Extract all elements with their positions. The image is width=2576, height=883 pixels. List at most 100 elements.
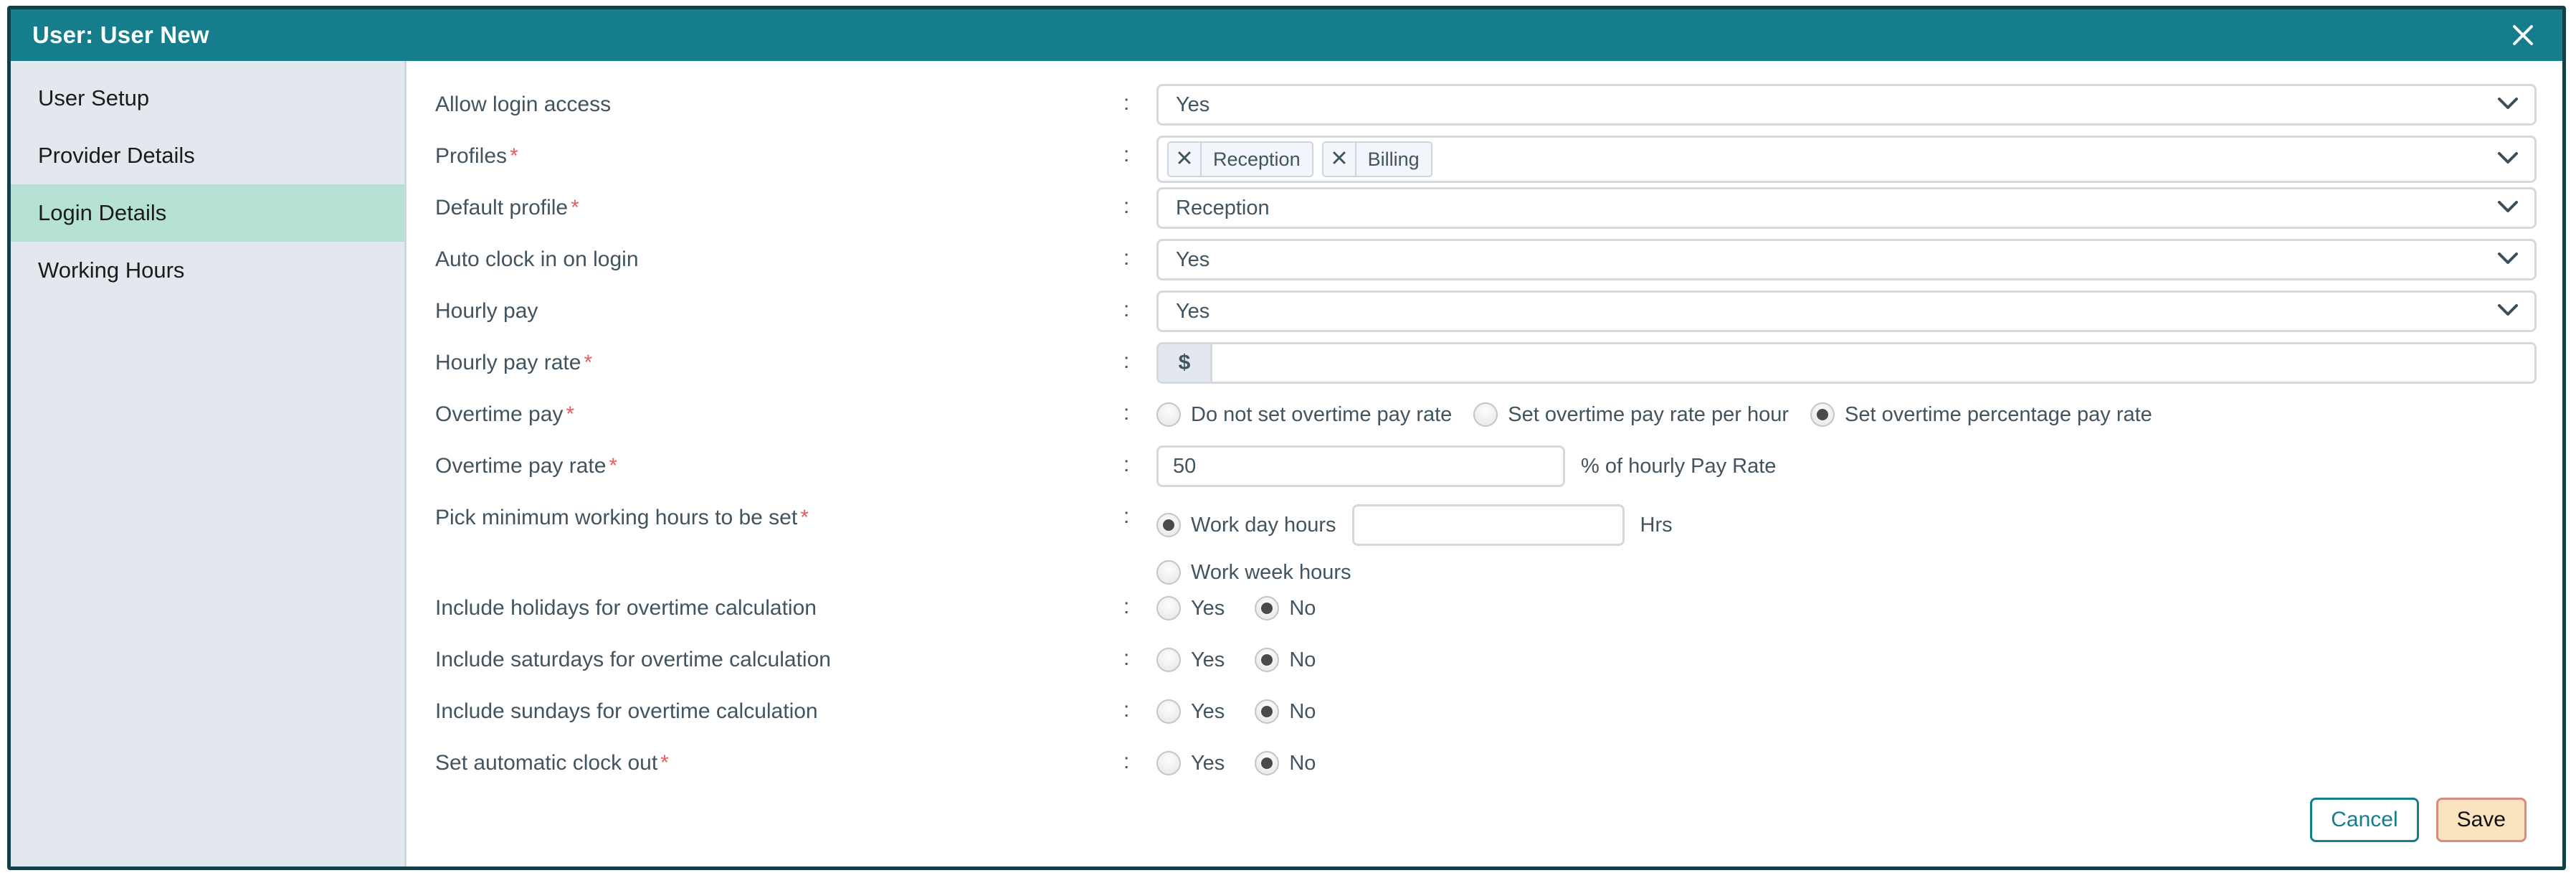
required-marker: * — [584, 351, 593, 374]
required-marker: * — [660, 751, 669, 775]
include-sundays-no[interactable]: No — [1255, 699, 1316, 724]
sidebar-item-login-details[interactable]: Login Details — [11, 184, 404, 242]
field-min-working-hours: Work day hours Hrs Work week hours — [1156, 494, 2537, 585]
label-text: Pick minimum working hours to be set — [435, 506, 798, 529]
row-hourly-pay: Hourly pay : Yes — [435, 288, 2537, 339]
field-auto-clock-in: Yes — [1156, 236, 2537, 280]
label-overtime-pay: Overtime pay * — [435, 391, 1123, 428]
field-hourly-pay: Yes — [1156, 288, 2537, 332]
radio-label: Yes — [1191, 699, 1225, 723]
separator-colon: : — [1123, 91, 1130, 115]
label-text: Hourly pay — [435, 299, 538, 323]
separator-colon: : — [1123, 246, 1130, 270]
field-include-holidays: Yes No — [1156, 585, 2537, 620]
label-text: Overtime pay rate — [435, 454, 607, 478]
label-text: Default profile — [435, 196, 569, 219]
field-include-sundays: Yes No — [1156, 688, 2537, 724]
separator-colon: : — [1123, 349, 1130, 373]
required-marker: * — [800, 506, 809, 529]
label-profiles: Profiles * — [435, 133, 1123, 169]
field-default-profile: Reception — [1156, 184, 2537, 229]
include-holidays-no[interactable]: No — [1255, 596, 1316, 620]
field-include-saturdays: Yes No — [1156, 636, 2537, 672]
include-saturdays-yes[interactable]: Yes — [1156, 648, 1225, 672]
modal-footer: Cancel Save — [435, 798, 2537, 867]
field-auto-clock-out: Yes No — [1156, 740, 2537, 775]
sidebar-item-provider-details[interactable]: Provider Details — [11, 127, 404, 184]
label-text: Profiles — [435, 144, 508, 168]
radio-icon — [1473, 402, 1498, 427]
label-allow-login-access: Allow login access — [435, 81, 1123, 118]
sidebar-item-label: User Setup — [38, 85, 150, 110]
label-default-profile: Default profile * — [435, 184, 1123, 221]
hourly-pay-rate-group: $ — [1156, 342, 2537, 384]
remove-chip-button[interactable] — [1323, 143, 1356, 176]
row-profiles: Profiles * : Reception Billing — [435, 133, 2537, 184]
work-week-hours-line: Work week hours — [1156, 560, 2537, 585]
include-saturdays-no[interactable]: No — [1255, 648, 1316, 672]
separator-colon: : — [1123, 194, 1130, 218]
radio-icon — [1255, 751, 1280, 775]
min-working-hours-input[interactable] — [1351, 504, 1625, 546]
label-hourly-pay-rate: Hourly pay rate * — [435, 339, 1123, 376]
overtime-pay-rate-input[interactable] — [1156, 445, 1565, 487]
chip-label: Billing — [1367, 148, 1420, 170]
radio-icon — [1255, 596, 1280, 620]
include-holidays-yes[interactable]: Yes — [1156, 596, 1225, 620]
field-allow-login-access: Yes — [1156, 81, 2537, 126]
separator-colon: : — [1123, 504, 1130, 528]
cancel-button[interactable]: Cancel — [2310, 798, 2419, 842]
overtime-option-none[interactable]: Do not set overtime pay rate — [1156, 402, 1452, 427]
radio-label: Yes — [1191, 648, 1225, 671]
select-value: Reception — [1176, 196, 1270, 219]
radio-icon — [1255, 648, 1280, 672]
hourly-pay-rate-input[interactable] — [1212, 344, 2534, 382]
radio-label: Yes — [1191, 751, 1225, 775]
include-holidays-radio-group: Yes No — [1156, 587, 2537, 620]
sidebar-nav: User Setup Provider Details Login Detail… — [11, 61, 407, 867]
row-allow-login-access: Allow login access : Yes — [435, 81, 2537, 133]
chip-label: Reception — [1213, 148, 1301, 170]
row-include-holidays: Include holidays for overtime calculatio… — [435, 585, 2537, 636]
sidebar-item-working-hours[interactable]: Working Hours — [11, 242, 404, 299]
label-include-sundays: Include sundays for overtime calculation — [435, 688, 1123, 724]
radio-icon — [1255, 699, 1280, 724]
sidebar-item-user-setup[interactable]: User Setup — [11, 70, 404, 127]
form-rows: Allow login access : Yes Profiles *: Re… — [435, 81, 2537, 798]
auto-clock-out-yes[interactable]: Yes — [1156, 751, 1225, 775]
remove-chip-button[interactable] — [1169, 143, 1202, 176]
hourly-pay-select[interactable]: Yes — [1156, 291, 2537, 332]
select-value: Yes — [1176, 93, 1210, 116]
min-hours-option-work-day[interactable]: Work day hours — [1156, 513, 1336, 537]
radio-icon — [1810, 402, 1835, 427]
radio-label: Set overtime pay rate per hour — [1508, 402, 1789, 426]
separator-colon: : — [1123, 646, 1130, 670]
chevron-down-icon — [2497, 199, 2519, 217]
radio-icon — [1156, 402, 1181, 427]
label-text: Allow login access — [435, 93, 612, 116]
label-overtime-pay-rate: Overtime pay rate * — [435, 443, 1123, 479]
overtime-option-per-hour[interactable]: Set overtime pay rate per hour — [1473, 402, 1789, 427]
radio-icon — [1156, 648, 1181, 672]
min-hours-option-work-week[interactable]: Work week hours — [1156, 560, 1351, 585]
save-button[interactable]: Save — [2435, 798, 2527, 842]
radio-label: Do not set overtime pay rate — [1191, 402, 1453, 426]
radio-label: Work day hours — [1191, 513, 1336, 537]
overtime-option-percentage[interactable]: Set overtime percentage pay rate — [1810, 402, 2152, 427]
profiles-multiselect[interactable]: Reception Billing — [1156, 136, 2537, 183]
row-include-saturdays: Include saturdays for overtime calculati… — [435, 636, 2537, 688]
auto-clock-out-no[interactable]: No — [1255, 751, 1316, 775]
modal-titlebar: User: User New — [11, 9, 2562, 61]
separator-colon: : — [1123, 595, 1130, 618]
user-modal: User: User New User Setup Provider Detai… — [7, 6, 2566, 870]
close-icon — [1177, 150, 1192, 169]
label-text: Include sundays for overtime calculation — [435, 699, 818, 723]
radio-icon — [1156, 596, 1181, 620]
auto-clock-in-select[interactable]: Yes — [1156, 239, 2537, 280]
close-icon — [2510, 22, 2536, 48]
include-sundays-yes[interactable]: Yes — [1156, 699, 1225, 724]
default-profile-select[interactable]: Reception — [1156, 187, 2537, 229]
allow-login-access-select[interactable]: Yes — [1156, 84, 2537, 126]
include-sundays-radio-group: Yes No — [1156, 691, 2537, 724]
close-button[interactable] — [2484, 9, 2562, 61]
